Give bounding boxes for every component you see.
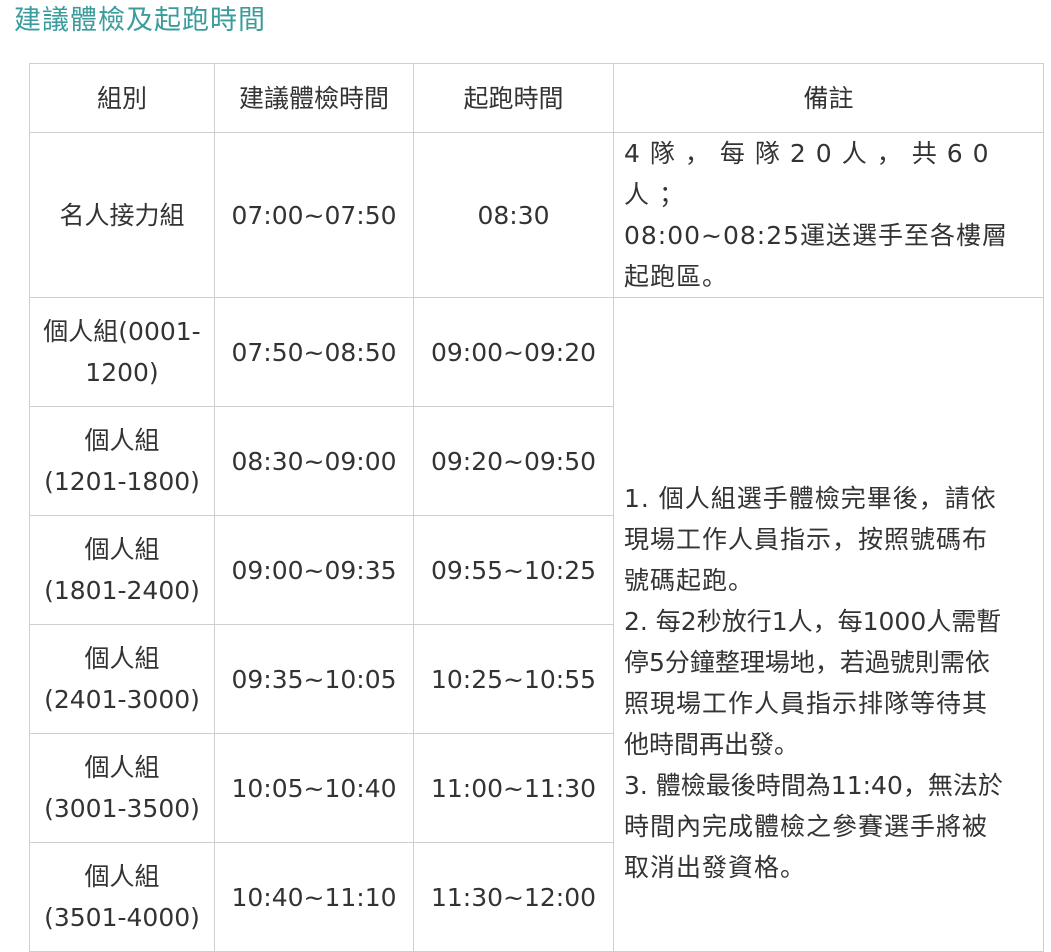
note-line: 08:00~08:25運送選手至各樓層: [624, 221, 1009, 250]
header-start-time: 起跑時間: [413, 63, 614, 133]
note-line: 3. 體檢最後時間為11:40，無法於: [624, 771, 1003, 800]
group-cell: 個人組 (1201-1800): [29, 406, 215, 516]
checkup-time-cell: 08:30~09:00: [214, 406, 414, 516]
group-cell: 個人組 (2401-3000): [29, 624, 215, 734]
group-line: 個人組: [84, 426, 160, 455]
group-cell: 個人組 (3501-4000): [29, 842, 215, 952]
start-time-cell: 11:00~11:30: [413, 733, 614, 843]
group-line: 個人組: [84, 535, 160, 564]
page-title: 建議體檢及起跑時間: [14, 5, 266, 36]
checkup-time-cell: 07:50~08:50: [214, 297, 414, 407]
start-time-cell: 09:20~09:50: [413, 406, 614, 516]
group-cell: 個人組 (1801-2400): [29, 515, 215, 625]
header-checkup-time: 建議體檢時間: [214, 63, 414, 133]
start-time-cell: 09:00~09:20: [413, 297, 614, 407]
group-line: 個人組(0001-: [43, 317, 201, 346]
group-line: (3501-4000): [44, 903, 200, 932]
group-line: 個人組: [84, 862, 160, 891]
note-line: 4隊，每隊20人，共60人；: [624, 139, 999, 209]
checkup-time-cell: 09:35~10:05: [214, 624, 414, 734]
table-row: 個人組(0001- 1200) 07:50~08:50 09:00~09:20 …: [29, 297, 1044, 952]
note-line: 他時間再出發。: [624, 730, 800, 759]
start-time-cell: 09:55~10:25: [413, 515, 614, 625]
notes-cell: 4隊，每隊20人，共60人； 08:00~08:25運送選手至各樓層 起跑區。: [613, 132, 1044, 298]
table-row: 名人接力組 07:00~07:50 08:30 4隊，每隊20人，共60人； 0…: [29, 132, 1044, 298]
checkup-time-cell: 09:00~09:35: [214, 515, 414, 625]
group-cell: 名人接力組: [29, 132, 215, 298]
note-line: 起跑區。: [624, 262, 729, 291]
note-line: 現場工作人員指示，按照號碼布: [624, 525, 989, 554]
checkup-time-cell: 10:05~10:40: [214, 733, 414, 843]
start-time-cell: 10:25~10:55: [413, 624, 614, 734]
note-line: 時間內完成體檢之參賽選手將被: [624, 812, 989, 841]
header-group: 組別: [29, 63, 215, 133]
note-line: 2. 每2秒放行1人，每1000人需暫: [624, 607, 1002, 636]
header-notes: 備註: [613, 63, 1044, 133]
group-line: 個人組: [84, 644, 160, 673]
group-line: 1200): [85, 358, 159, 387]
note-line: 1. 個人組選手體檢完畢後，請依: [624, 484, 997, 513]
group-line: (1201-1800): [44, 467, 200, 496]
checkup-time-cell: 07:00~07:50: [214, 132, 414, 298]
notes-cell: 1. 個人組選手體檢完畢後，請依 現場工作人員指示，按照號碼布 號碼起跑。 2.…: [613, 297, 1044, 952]
start-time-cell: 08:30: [413, 132, 614, 298]
group-line: (2401-3000): [44, 685, 200, 714]
group-line: (3001-3500): [44, 794, 200, 823]
note-line: 停5分鐘整理場地，若過號則需依: [624, 648, 990, 677]
schedule-table: 組別 建議體檢時間 起跑時間 備註 名人接力組 07:00~07:50 08:3…: [29, 63, 1044, 952]
checkup-time-cell: 10:40~11:10: [214, 842, 414, 952]
group-line: 個人組: [84, 753, 160, 782]
note-line: 照現場工作人員指示排隊等待其: [624, 689, 989, 718]
note-line: 取消出發資格。: [624, 853, 807, 882]
group-cell: 個人組 (3001-3500): [29, 733, 215, 843]
start-time-cell: 11:30~12:00: [413, 842, 614, 952]
table-header-row: 組別 建議體檢時間 起跑時間 備註: [29, 63, 1044, 133]
group-cell: 個人組(0001- 1200): [29, 297, 215, 407]
group-line: (1801-2400): [44, 576, 200, 605]
note-line: 號碼起跑。: [624, 566, 755, 595]
